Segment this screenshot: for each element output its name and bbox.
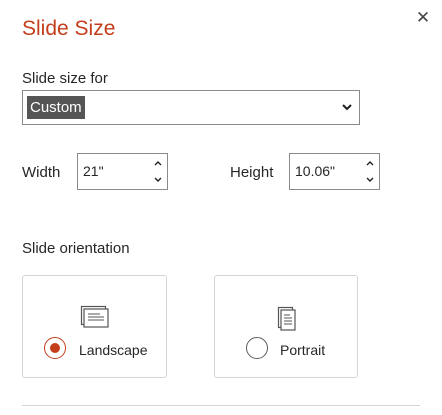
- slide-orientation-label: Slide orientation: [22, 240, 130, 257]
- portrait-radio[interactable]: [246, 337, 268, 359]
- slide-size-for-select[interactable]: Custom: [22, 90, 360, 125]
- slide-size-selected-value: Custom: [27, 96, 85, 119]
- spin-down-icon[interactable]: [365, 174, 375, 186]
- width-value: 21": [83, 163, 104, 179]
- close-icon: ✕: [415, 8, 431, 27]
- close-button[interactable]: ✕: [413, 8, 433, 28]
- height-spinbox[interactable]: 10.06": [289, 153, 380, 190]
- slide-size-dialog: Slide Size ✕ Slide size for Custom Width…: [0, 0, 442, 415]
- spin-up-icon[interactable]: [153, 157, 163, 169]
- width-spinbox[interactable]: 21": [77, 153, 168, 190]
- portrait-option[interactable]: Portrait: [214, 275, 358, 378]
- slide-size-for-label: Slide size for: [22, 70, 108, 87]
- height-label: Height: [230, 164, 274, 181]
- chevron-down-icon: [342, 104, 352, 111]
- landscape-option[interactable]: Landscape: [22, 275, 167, 378]
- footer-divider: [22, 405, 420, 406]
- spin-down-icon[interactable]: [153, 174, 163, 186]
- height-value: 10.06": [295, 163, 336, 179]
- landscape-slide-icon: [80, 305, 109, 328]
- portrait-slide-icon: [277, 306, 296, 331]
- width-label: Width: [22, 164, 61, 181]
- portrait-label: Portrait: [280, 342, 326, 358]
- landscape-radio[interactable]: [44, 337, 66, 359]
- dialog-title: Slide Size: [22, 17, 116, 40]
- spin-up-icon[interactable]: [365, 157, 375, 169]
- landscape-label: Landscape: [79, 342, 148, 358]
